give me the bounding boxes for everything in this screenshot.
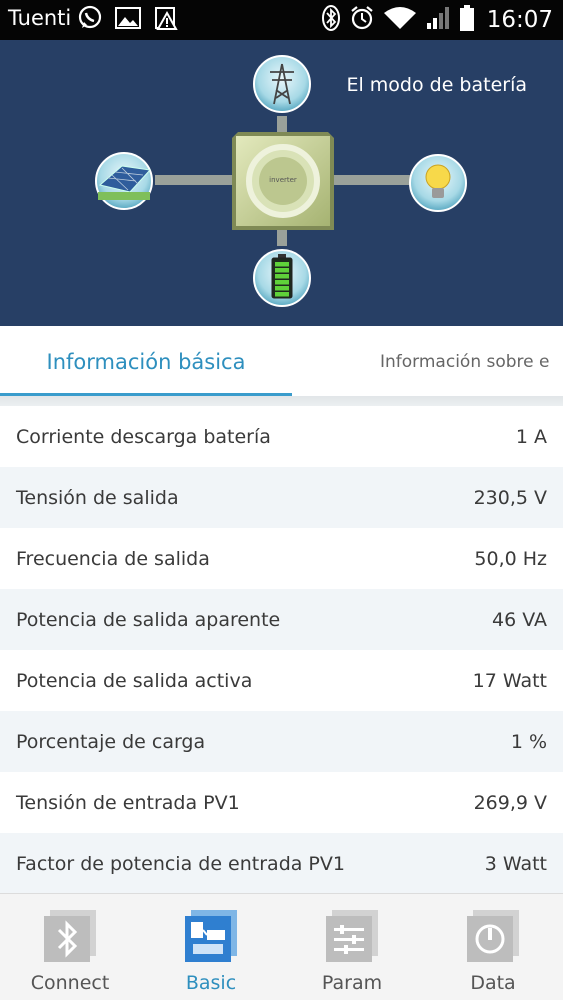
inverter-icon: inverter — [232, 132, 334, 230]
battery-icon — [459, 4, 475, 36]
light-bulb-icon — [409, 154, 467, 212]
item-label: Tensión de salida — [16, 487, 179, 509]
nav-param-label: Param — [321, 972, 383, 994]
item-value: 230,5 V — [473, 487, 547, 509]
item-label: Potencia de salida activa — [16, 670, 253, 692]
pv-connector — [155, 175, 235, 185]
basic-icon — [185, 910, 237, 962]
signal-icon — [425, 5, 451, 35]
energy-flow-panel: inverter El modo de batería — [0, 40, 563, 326]
solar-panel-icon — [95, 152, 153, 210]
notification-icons — [76, 4, 180, 36]
item-value: 1 % — [510, 731, 547, 753]
list-item: Frecuencia de salida 50,0 Hz — [0, 528, 563, 589]
load-connector — [330, 175, 410, 185]
tab-basic-info[interactable]: Información básica — [0, 326, 292, 396]
nav-param[interactable]: Param — [282, 894, 422, 1000]
bluetooth-icon — [321, 4, 341, 36]
clock-time: 16:07 — [486, 7, 553, 33]
item-value: 269,9 V — [473, 792, 547, 814]
data-icon — [467, 910, 519, 962]
battery-level-bar — [275, 280, 289, 285]
nav-basic[interactable]: Basic — [141, 894, 281, 1000]
tab-other-info-label: Información sobre e — [380, 352, 550, 372]
wifi-icon — [383, 5, 417, 35]
battery-level-bar — [275, 268, 289, 273]
status-bar: Tuenti 16:07 — [0, 0, 563, 40]
bluetooth-icon — [44, 910, 96, 962]
carrier-name: Tuenti — [8, 6, 72, 30]
item-label: Factor de potencia de entrada PV1 — [16, 853, 345, 875]
nav-connect-label: Connect — [30, 972, 110, 994]
system-icons: 16:07 — [321, 4, 553, 36]
info-list: Corriente descarga batería 1 A Tensión de… — [0, 406, 563, 894]
item-label: Tensión de entrada PV1 — [16, 792, 240, 814]
nav-data[interactable]: Data — [423, 894, 563, 1000]
battery-level-bar — [275, 286, 289, 291]
item-label: Corriente descarga batería — [16, 426, 271, 448]
item-value: 17 Watt — [472, 670, 547, 692]
tab-basic-info-label: Información básica — [46, 350, 246, 374]
list-item: Potencia de salida aparente 46 VA — [0, 589, 563, 650]
list-item: Potencia de salida activa 17 Watt — [0, 650, 563, 711]
list-item: Porcentaje de carga 1 % — [0, 711, 563, 772]
item-value: 46 VA — [492, 609, 547, 631]
list-item: Corriente descarga batería 1 A — [0, 406, 563, 467]
tab-other-info[interactable]: Información sobre e — [380, 326, 549, 396]
battery-level-bar — [275, 274, 289, 279]
item-value: 3 Watt — [484, 853, 547, 875]
nav-basic-label: Basic — [185, 972, 237, 994]
battery-level-bar — [275, 262, 289, 267]
whatsapp-icon — [76, 4, 104, 36]
mode-title: El modo de batería — [346, 74, 527, 96]
item-value: 1 A — [515, 426, 547, 448]
settings-icon — [326, 910, 378, 962]
bottom-navigation: Connect Basic Param Data — [0, 893, 563, 1000]
item-value: 50,0 Hz — [474, 548, 547, 570]
item-label: Frecuencia de salida — [16, 548, 210, 570]
info-tabs: Información básica Información sobre e — [0, 326, 563, 396]
battery-connector — [277, 230, 287, 246]
grid-tower-icon — [253, 55, 311, 113]
inverter-label: inverter — [269, 176, 297, 184]
list-item: Factor de potencia de entrada PV1 3 Watt — [0, 833, 563, 894]
nav-data-label: Data — [470, 972, 516, 994]
nav-connect[interactable]: Connect — [0, 894, 140, 1000]
item-label: Porcentaje de carga — [16, 731, 206, 753]
list-item: Tensión de entrada PV1 269,9 V — [0, 772, 563, 833]
alarm-icon — [349, 4, 375, 36]
warning-icon — [152, 5, 180, 35]
image-icon — [114, 5, 142, 35]
list-item: Tensión de salida 230,5 V — [0, 467, 563, 528]
item-label: Potencia de salida aparente — [16, 609, 281, 631]
battery-status-icon — [253, 249, 311, 307]
battery-level-bar — [275, 292, 289, 297]
